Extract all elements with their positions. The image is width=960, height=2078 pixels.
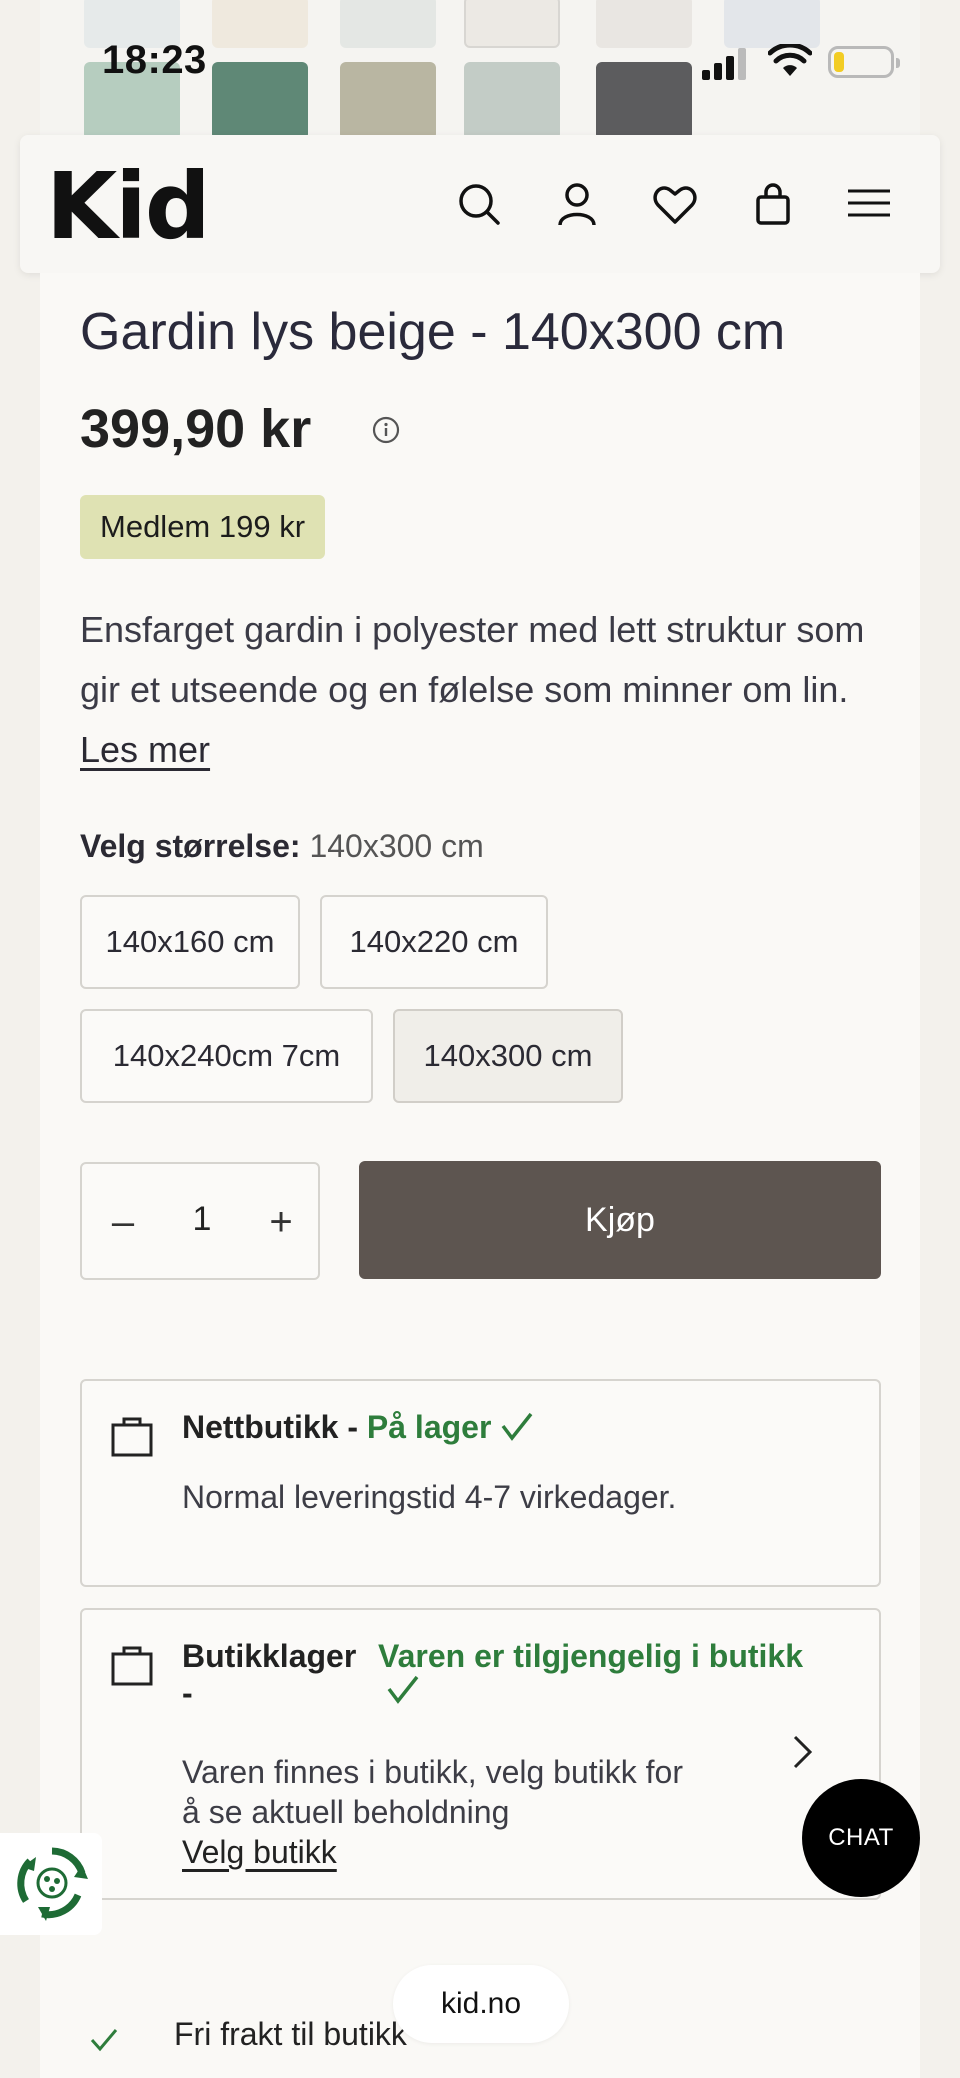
menu-icon[interactable] — [846, 181, 892, 227]
info-icon[interactable] — [372, 416, 400, 444]
store-stock-status: Varen er tilgjengelig i butikk — [378, 1638, 838, 1713]
kid-logo[interactable]: Kid — [46, 153, 211, 260]
size-option[interactable]: 140x160 cm — [80, 895, 300, 989]
battery-icon — [828, 46, 900, 78]
store-stock-label-text: Butikklager — [182, 1638, 357, 1674]
store-stock-box[interactable]: Butikklager - Varen er tilgjengelig i bu… — [80, 1608, 881, 1900]
store-stock-status-text: Varen er tilgjengelig i butikk — [378, 1638, 803, 1674]
online-stock-box: Nettbutikk - På lager Normal leveringsti… — [80, 1379, 881, 1587]
quantity-increase-button[interactable]: + — [256, 1194, 306, 1250]
wifi-icon — [768, 44, 812, 76]
online-delivery-text: Normal leveringstid 4-7 virkedager. — [182, 1479, 677, 1515]
size-label-text: Velg størrelse: — [80, 828, 301, 864]
size-option[interactable]: 140x240cm 7cm — [80, 1009, 373, 1103]
user-icon[interactable] — [554, 181, 600, 227]
description-text: Ensfarget gardin i polyester med lett st… — [80, 609, 865, 710]
chevron-right-icon[interactable] — [792, 1734, 814, 1770]
bag-icon[interactable] — [750, 181, 796, 227]
recycle-icon — [17, 1847, 88, 1921]
member-price-badge: Medlem 199 kr — [80, 495, 326, 559]
buy-button[interactable]: Kjøp — [359, 1161, 881, 1279]
quantity-value[interactable]: 1 — [172, 1200, 232, 1239]
online-stock-heading: Nettbutikk - På lager — [182, 1409, 534, 1446]
quantity-stepper: – 1 + — [80, 1162, 320, 1280]
free-shipping-text: Fri frakt til butikk — [174, 2016, 407, 2052]
browser-url-pill[interactable]: kid.no — [393, 1965, 569, 2043]
size-current: 140x300 cm — [309, 828, 484, 864]
size-label: Velg størrelse: 140x300 cm — [80, 828, 484, 865]
heart-icon[interactable] — [652, 181, 698, 227]
choose-store-link[interactable]: Velg butikk — [182, 1832, 337, 1872]
bag-icon — [111, 1646, 153, 1686]
bag-icon — [111, 1417, 153, 1457]
product-price: 399,90 kr — [80, 399, 312, 459]
site-header: Kid — [20, 135, 940, 273]
size-option-selected[interactable]: 140x300 cm — [393, 1009, 623, 1103]
chat-button[interactable]: CHAT — [802, 1779, 920, 1897]
size-option[interactable]: 140x220 cm — [320, 895, 548, 989]
check-icon — [501, 1412, 533, 1441]
product-title: Gardin lys beige - 140x300 cm — [80, 303, 786, 361]
status-time: 18:23 — [102, 38, 207, 82]
search-icon[interactable] — [456, 181, 502, 227]
online-stock-status: På lager — [366, 1409, 492, 1445]
recycle-badge[interactable] — [0, 1833, 102, 1935]
product-description: Ensfarget gardin i polyester med lett st… — [80, 600, 900, 780]
check-icon — [90, 2029, 118, 2052]
online-stock-label: Nettbutikk - — [182, 1409, 358, 1445]
store-stock-line2: å se aktuell beholdning — [182, 1794, 510, 1830]
store-stock-label: Butikklager - — [182, 1638, 362, 1712]
store-stock-dash: - — [182, 1675, 193, 1711]
status-bar: 18:23 — [0, 0, 960, 130]
quantity-decrease-button[interactable]: – — [98, 1194, 148, 1250]
read-more-link[interactable]: Les mer — [80, 729, 210, 770]
signal-icon — [702, 48, 746, 80]
check-icon — [387, 1675, 419, 1704]
store-stock-line1: Varen finnes i butikk, velg butikk for — [182, 1754, 683, 1790]
